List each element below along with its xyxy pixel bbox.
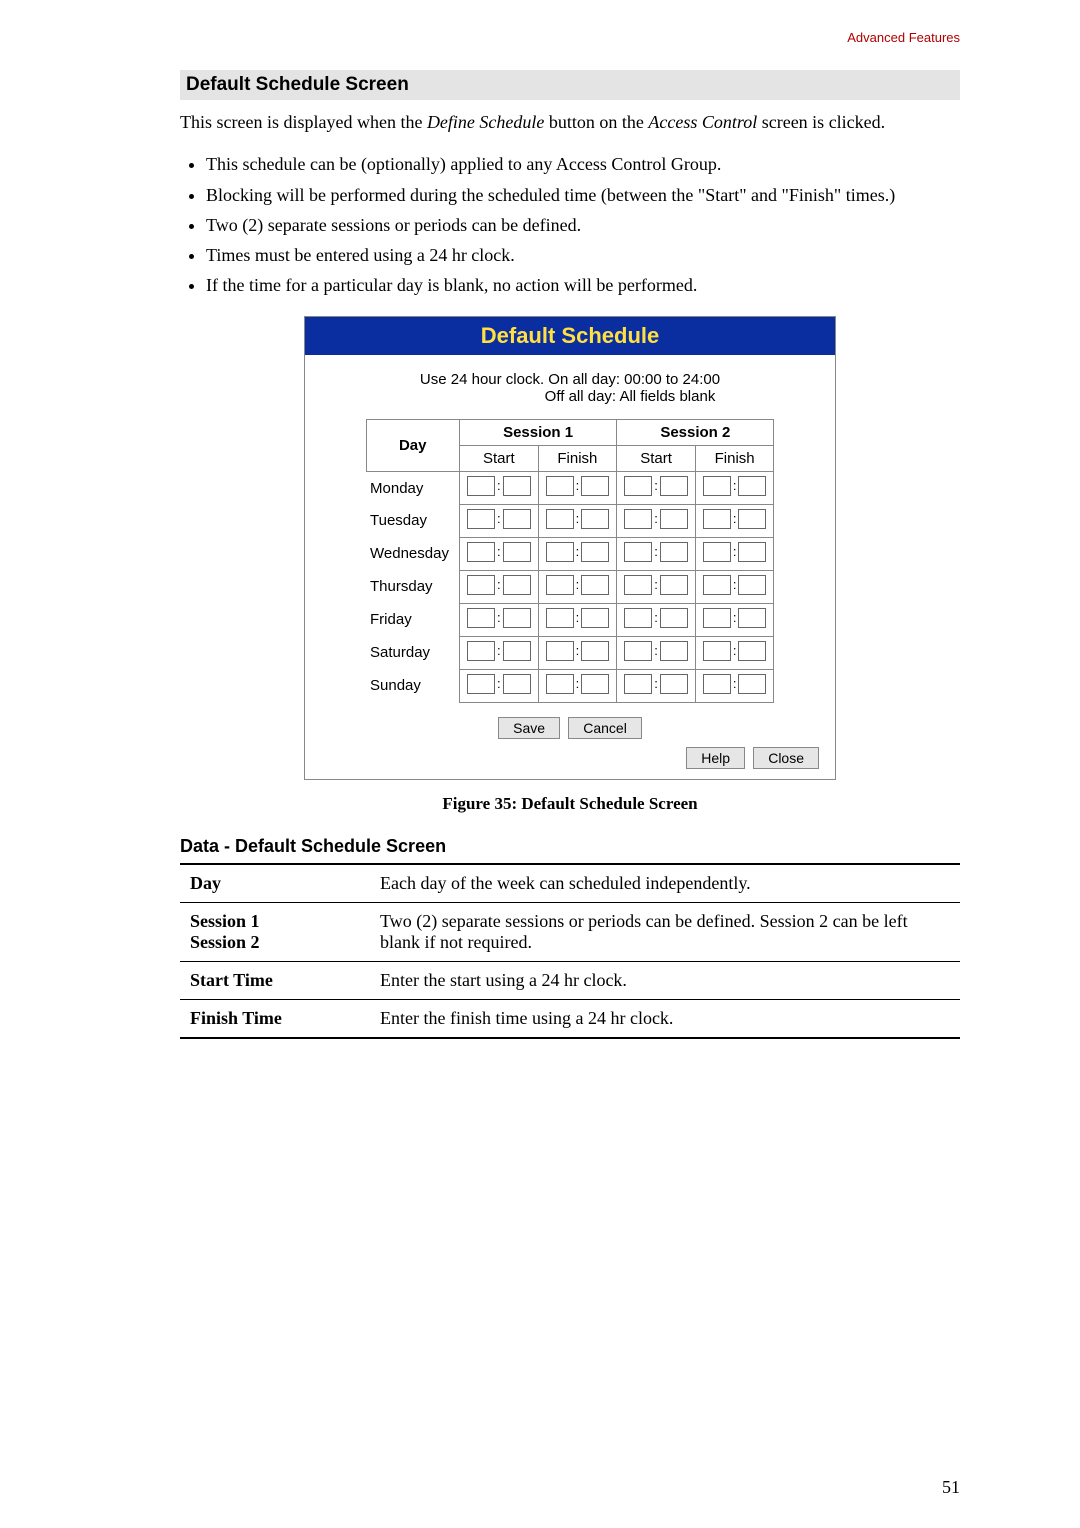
time-input[interactable]: : [702, 575, 768, 595]
day-label: Tuesday [366, 504, 459, 537]
time-input[interactable]: : [466, 509, 532, 529]
table-row: Thursday : : : : [366, 570, 774, 603]
time-input[interactable]: : [545, 641, 611, 661]
col-s2-start: Start [617, 445, 696, 471]
intro-part-post: screen is clicked. [757, 112, 885, 132]
row-desc: Enter the start using a 24 hr clock. [370, 961, 960, 999]
time-input[interactable]: : [545, 509, 611, 529]
intro-em-access-control: Access Control [648, 112, 757, 132]
time-input[interactable]: : [623, 476, 689, 496]
time-input[interactable]: : [623, 641, 689, 661]
col-session2: Session 2 [617, 419, 774, 445]
row-label: Start Time [180, 961, 370, 999]
button-row-right: Help Close [319, 747, 821, 769]
col-s2-finish: Finish [695, 445, 774, 471]
time-input[interactable]: : [545, 542, 611, 562]
table-row: Finish Time Enter the finish time using … [180, 999, 960, 1038]
col-s1-start: Start [459, 445, 538, 471]
time-input[interactable]: : [702, 608, 768, 628]
list-item: If the time for a particular day is blan… [206, 273, 960, 297]
panel-note: Use 24 hour clock. On all day: 00:00 to … [319, 371, 821, 405]
table-row: Tuesday : : : : [366, 504, 774, 537]
intro-em-define-schedule: Define Schedule [427, 112, 544, 132]
intro-part-mid: button on the [544, 112, 648, 132]
schedule-table: Day Session 1 Session 2 Start Finish Sta… [366, 419, 775, 703]
row-label: Finish Time [180, 999, 370, 1038]
time-input[interactable]: : [466, 542, 532, 562]
row-desc: Enter the finish time using a 24 hr cloc… [370, 999, 960, 1038]
schedule-panel: Default Schedule Use 24 hour clock. On a… [304, 316, 836, 780]
button-row-center: Save Cancel [319, 717, 821, 739]
time-input[interactable]: : [466, 674, 532, 694]
col-day: Day [366, 419, 459, 471]
panel-title: Default Schedule [305, 317, 835, 355]
panel-note-line2: Off all day: All fields blank [425, 388, 716, 405]
close-button[interactable]: Close [753, 747, 819, 769]
list-item: Blocking will be performed during the sc… [206, 183, 960, 207]
time-input[interactable]: : [545, 476, 611, 496]
row-desc: Each day of the week can scheduled indep… [370, 864, 960, 903]
bullet-list: This schedule can be (optionally) applie… [180, 152, 960, 297]
table-row: Monday : : : : [366, 471, 774, 504]
row-desc: Two (2) separate sessions or periods can… [370, 902, 960, 961]
time-input[interactable]: : [702, 509, 768, 529]
time-input[interactable]: : [623, 542, 689, 562]
time-input[interactable]: : [623, 509, 689, 529]
cancel-button[interactable]: Cancel [568, 717, 642, 739]
data-section-heading: Data - Default Schedule Screen [180, 836, 960, 857]
table-row: Start Time Enter the start using a 24 hr… [180, 961, 960, 999]
table-row: Wednesday : : : : [366, 537, 774, 570]
row-label: Day [180, 864, 370, 903]
time-input[interactable]: : [466, 575, 532, 595]
time-input[interactable]: : [702, 641, 768, 661]
time-input[interactable]: : [545, 674, 611, 694]
col-s1-finish: Finish [538, 445, 617, 471]
figure-default-schedule: Default Schedule Use 24 hour clock. On a… [180, 316, 960, 780]
day-label: Wednesday [366, 537, 459, 570]
save-button[interactable]: Save [498, 717, 560, 739]
time-input[interactable]: : [466, 641, 532, 661]
list-item: Times must be entered using a 24 hr cloc… [206, 243, 960, 267]
table-row: Day Each day of the week can scheduled i… [180, 864, 960, 903]
running-header: Advanced Features [847, 30, 960, 45]
time-input[interactable]: : [466, 608, 532, 628]
time-input[interactable]: : [702, 476, 768, 496]
page-number: 51 [942, 1477, 960, 1498]
intro-part-pre: This screen is displayed when the [180, 112, 427, 132]
day-label: Sunday [366, 669, 459, 702]
day-label: Monday [366, 471, 459, 504]
day-label: Saturday [366, 636, 459, 669]
table-row: Session 1 Session 2 Two (2) separate ses… [180, 902, 960, 961]
time-input[interactable]: : [702, 674, 768, 694]
time-input[interactable]: : [623, 575, 689, 595]
time-input[interactable]: : [623, 674, 689, 694]
panel-note-line1: Use 24 hour clock. On all day: 00:00 to … [420, 371, 720, 388]
section-title: Default Schedule Screen [180, 70, 960, 100]
help-button[interactable]: Help [686, 747, 745, 769]
time-input[interactable]: : [466, 476, 532, 496]
time-input[interactable]: : [545, 608, 611, 628]
list-item: This schedule can be (optionally) applie… [206, 152, 960, 176]
row-label: Session 1 Session 2 [180, 902, 370, 961]
table-row: Friday : : : : [366, 603, 774, 636]
table-row: Sunday : : : : [366, 669, 774, 702]
time-input[interactable]: : [545, 575, 611, 595]
time-input[interactable]: : [702, 542, 768, 562]
list-item: Two (2) separate sessions or periods can… [206, 213, 960, 237]
panel-body: Use 24 hour clock. On all day: 00:00 to … [305, 355, 835, 779]
table-row: Saturday : : : : [366, 636, 774, 669]
figure-caption: Figure 35: Default Schedule Screen [180, 794, 960, 814]
day-label: Thursday [366, 570, 459, 603]
page: Advanced Features Default Schedule Scree… [0, 0, 1080, 1528]
col-session1: Session 1 [459, 419, 616, 445]
time-input[interactable]: : [623, 608, 689, 628]
day-label: Friday [366, 603, 459, 636]
data-description-table: Day Each day of the week can scheduled i… [180, 863, 960, 1039]
intro-paragraph: This screen is displayed when the Define… [180, 110, 960, 134]
